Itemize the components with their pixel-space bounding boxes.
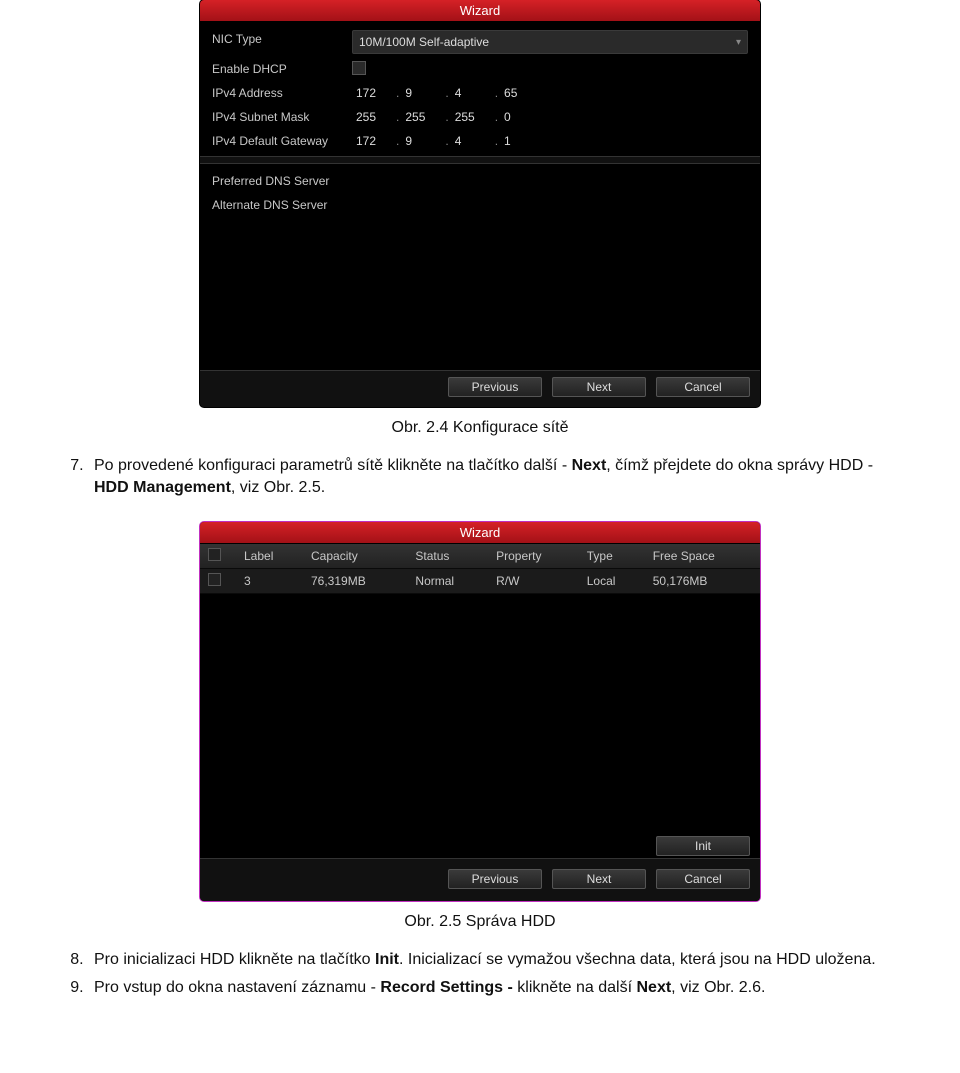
next-button[interactable]: Next xyxy=(552,869,646,889)
table-row[interactable]: 3 76,319MB Normal R/W Local 50,176MB xyxy=(200,568,760,593)
ip-octet: 255 xyxy=(401,108,443,126)
col-capacity: Capacity xyxy=(303,544,407,569)
col-type: Type xyxy=(579,544,645,569)
row-checkbox[interactable] xyxy=(208,573,221,586)
ip-octet: 1 xyxy=(500,132,542,150)
enable-dhcp-label: Enable DHCP xyxy=(208,58,348,80)
col-free: Free Space xyxy=(645,544,760,569)
previous-button[interactable]: Previous xyxy=(448,869,542,889)
figure-caption-2-5: Obr. 2.5 Správa HDD xyxy=(0,913,960,931)
instruction-item-8: Pro inicializaci HDD klikněte na tlačítk… xyxy=(88,949,900,971)
nic-type-select[interactable]: 10M/100M Self-adaptive ▾ xyxy=(352,30,748,54)
preferred-dns-label: Preferred DNS Server xyxy=(208,170,348,192)
wizard-title: Wizard xyxy=(200,0,760,22)
alternate-dns-label: Alternate DNS Server xyxy=(208,194,348,216)
nic-type-value: 10M/100M Self-adaptive xyxy=(359,35,489,49)
ip-octet: 65 xyxy=(500,84,542,102)
ipv4-address-label: IPv4 Address xyxy=(208,82,348,104)
wizard-footer: Previous Next Cancel xyxy=(200,858,760,901)
ip-octet: 4 xyxy=(451,132,493,150)
network-wizard-window: Wizard NIC Type 10M/100M Self-adaptive ▾… xyxy=(200,0,760,407)
ip-octet: 9 xyxy=(401,84,443,102)
hdd-table: Label Capacity Status Property Type Free… xyxy=(200,544,760,594)
instruction-item-7: Po provedené konfiguraci parametrů sítě … xyxy=(88,455,900,500)
instruction-item-9: Pro vstup do okna nastavení záznamu - Re… xyxy=(88,977,900,999)
ipv4-mask-label: IPv4 Subnet Mask xyxy=(208,106,348,128)
ip-octet: 255 xyxy=(352,108,394,126)
section-separator xyxy=(200,156,760,164)
empty-table-area xyxy=(200,594,760,830)
hdd-wizard-window: Wizard Label Capacity Status Property Ty… xyxy=(200,522,760,901)
figure-caption-2-4: Obr. 2.4 Konfigurace sítě xyxy=(0,419,960,437)
cell-capacity: 76,319MB xyxy=(303,568,407,593)
ip-octet: 255 xyxy=(451,108,493,126)
wizard-title: Wizard xyxy=(200,522,760,544)
wizard-body: NIC Type 10M/100M Self-adaptive ▾ Enable… xyxy=(200,22,760,370)
cell-status: Normal xyxy=(407,568,488,593)
chevron-down-icon: ▾ xyxy=(736,37,741,48)
cell-property: R/W xyxy=(488,568,579,593)
preferred-dns-input[interactable] xyxy=(348,170,752,192)
cancel-button[interactable]: Cancel xyxy=(656,377,750,397)
select-all-checkbox[interactable] xyxy=(208,548,221,561)
ip-octet: 172 xyxy=(352,84,394,102)
cell-type: Local xyxy=(579,568,645,593)
instruction-list: Pro inicializaci HDD klikněte na tlačítk… xyxy=(60,949,900,1000)
col-label: Label xyxy=(236,544,303,569)
cell-label: 3 xyxy=(236,568,303,593)
ipv4-mask-input[interactable]: 255. 255. 255. 0 xyxy=(352,108,748,126)
col-property: Property xyxy=(488,544,579,569)
instruction-list: Po provedené konfiguraci parametrů sítě … xyxy=(60,455,900,500)
cancel-button[interactable]: Cancel xyxy=(656,869,750,889)
wizard-footer: Previous Next Cancel xyxy=(200,370,760,407)
init-row: Init xyxy=(200,830,760,858)
previous-button[interactable]: Previous xyxy=(448,377,542,397)
enable-dhcp-checkbox[interactable] xyxy=(352,61,366,75)
ip-octet: 9 xyxy=(401,132,443,150)
cell-free: 50,176MB xyxy=(645,568,760,593)
empty-space xyxy=(200,220,760,360)
next-button[interactable]: Next xyxy=(552,377,646,397)
ipv4-gateway-input[interactable]: 172. 9. 4. 1 xyxy=(352,132,748,150)
alternate-dns-input[interactable] xyxy=(348,194,752,216)
ipv4-address-input[interactable]: 172. 9. 4. 65 xyxy=(352,84,748,102)
init-button[interactable]: Init xyxy=(656,836,750,856)
ip-octet: 0 xyxy=(500,108,542,126)
col-status: Status xyxy=(407,544,488,569)
ip-octet: 172 xyxy=(352,132,394,150)
nic-type-label: NIC Type xyxy=(208,28,348,56)
ip-octet: 4 xyxy=(451,84,493,102)
ipv4-gateway-label: IPv4 Default Gateway xyxy=(208,130,348,152)
